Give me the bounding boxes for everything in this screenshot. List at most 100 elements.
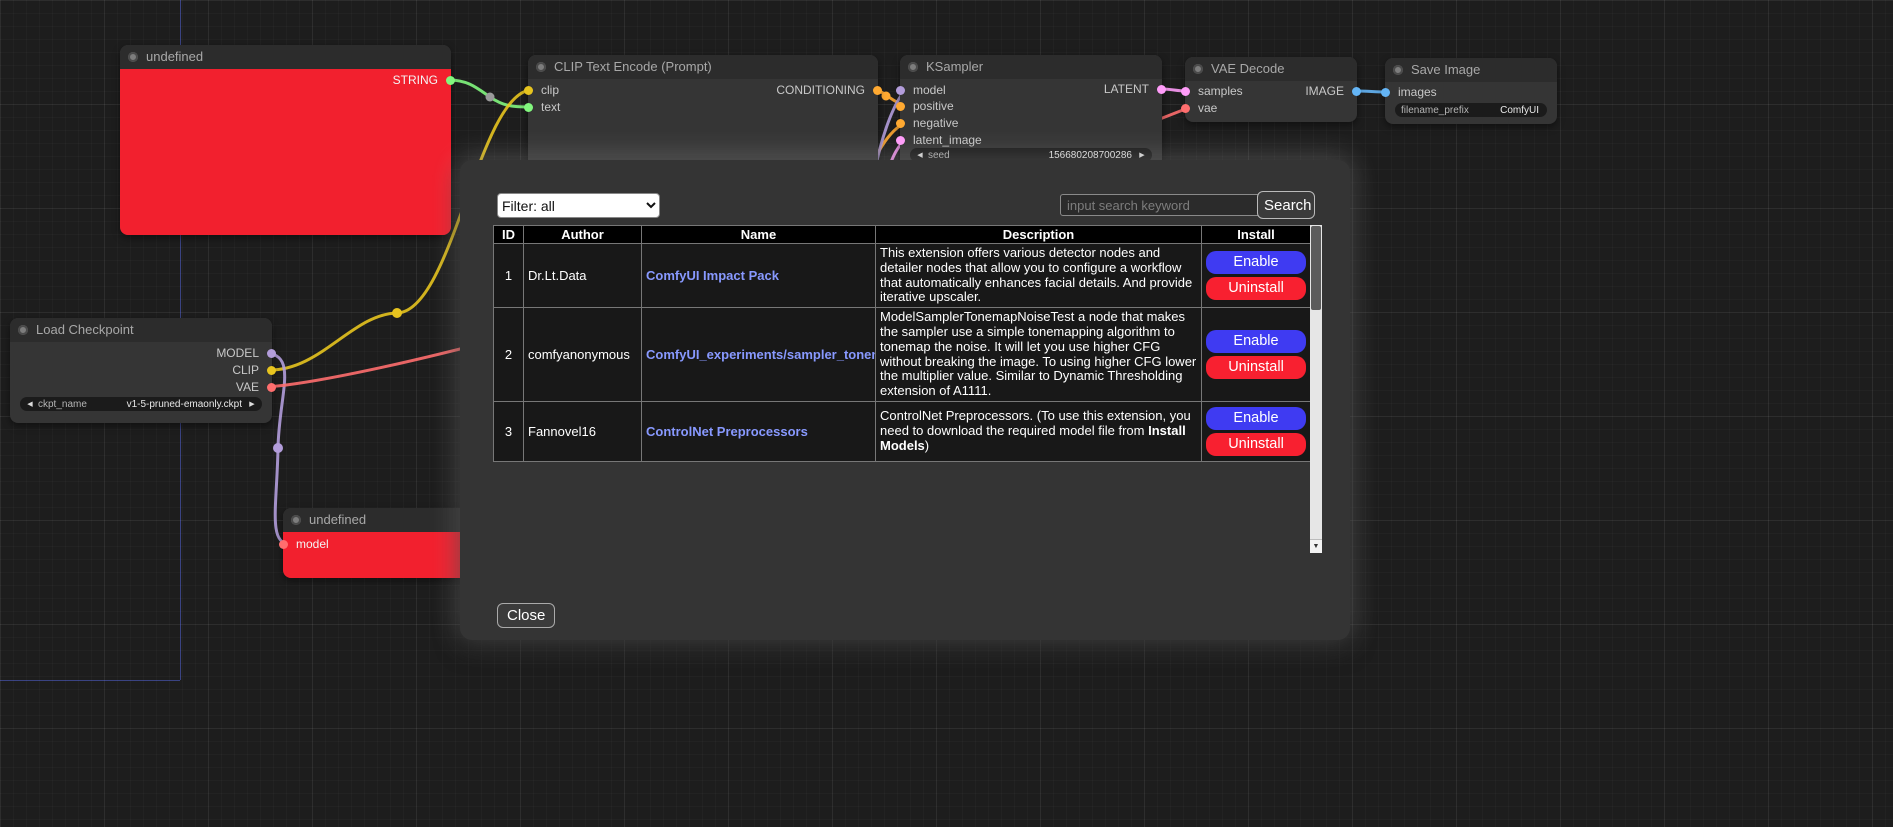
close-button[interactable]: Close bbox=[497, 603, 555, 628]
input-dot-samples[interactable] bbox=[1181, 87, 1190, 96]
extension-row: 3 Fannovel16 ControlNet Preprocessors Co… bbox=[494, 401, 1311, 461]
stepper-left-icon[interactable]: ◀ bbox=[24, 400, 36, 408]
collapse-dot-icon[interactable] bbox=[1393, 65, 1403, 75]
node-title: CLIP Text Encode (Prompt) bbox=[554, 59, 712, 74]
node-title-bar[interactable]: VAE Decode bbox=[1185, 57, 1357, 81]
output-slot-conditioning: CONDITIONING bbox=[776, 82, 878, 98]
node-title: KSampler bbox=[926, 59, 983, 74]
extension-link[interactable]: ControlNet Preprocessors bbox=[646, 424, 808, 439]
header-name: Name bbox=[642, 226, 876, 244]
collapse-dot-icon[interactable] bbox=[536, 62, 546, 72]
header-description: Description bbox=[876, 226, 1202, 244]
header-install: Install bbox=[1202, 226, 1311, 244]
node-title-bar[interactable]: CLIP Text Encode (Prompt) bbox=[528, 55, 878, 79]
enable-button[interactable]: Enable bbox=[1206, 407, 1306, 430]
ckpt-name-widget[interactable]: ◀ ckpt_name v1-5-pruned-emaonly.ckpt ▶ bbox=[20, 397, 262, 411]
ckpt-name-value: v1-5-pruned-emaonly.ckpt bbox=[87, 399, 246, 410]
search-button[interactable]: Search bbox=[1257, 191, 1315, 219]
stepper-right-icon[interactable]: ▶ bbox=[1136, 151, 1148, 159]
scrollbar-thumb[interactable] bbox=[1311, 226, 1321, 310]
enable-button[interactable]: Enable bbox=[1206, 330, 1306, 353]
input-slot-images: images bbox=[1385, 84, 1437, 100]
extension-link[interactable]: ComfyUI Impact Pack bbox=[646, 268, 779, 283]
scroll-down-arrow-icon[interactable]: ▼ bbox=[1310, 539, 1322, 553]
input-dot-images[interactable] bbox=[1381, 88, 1390, 97]
node-title-bar[interactable]: KSampler bbox=[900, 55, 1162, 79]
output-slot-clip: CLIP bbox=[232, 362, 272, 378]
output-slot-model: MODEL bbox=[216, 345, 272, 361]
uninstall-button[interactable]: Uninstall bbox=[1206, 356, 1306, 379]
reroute-dot-clip[interactable] bbox=[392, 308, 402, 318]
node-title-bar[interactable]: undefined bbox=[283, 508, 473, 532]
table-header-row: ID Author Name Description Install bbox=[494, 226, 1311, 244]
output-dot-model[interactable] bbox=[267, 349, 276, 358]
input-dot-positive[interactable] bbox=[896, 102, 905, 111]
stepper-right-icon[interactable]: ▶ bbox=[246, 400, 258, 408]
node-title: VAE Decode bbox=[1211, 61, 1284, 76]
node-body: model bbox=[283, 532, 473, 578]
search-input[interactable] bbox=[1060, 194, 1260, 216]
input-dot-text[interactable] bbox=[524, 103, 533, 112]
comfyui-manager-dialog: Filter: all Search ID Author Name Descri… bbox=[460, 160, 1350, 640]
node-save-image[interactable]: Save Image images filename_prefix ComfyU… bbox=[1385, 58, 1557, 124]
input-slot-text: text bbox=[528, 99, 560, 115]
input-slot-model: model bbox=[900, 82, 946, 98]
input-slot-latent-image: latent_image bbox=[900, 132, 982, 148]
input-dot-latent-image[interactable] bbox=[896, 136, 905, 145]
collapse-dot-icon[interactable] bbox=[18, 325, 28, 335]
filter-select[interactable]: Filter: all bbox=[497, 193, 660, 218]
input-dot-clip[interactable] bbox=[524, 86, 533, 95]
node-title: Load Checkpoint bbox=[36, 322, 134, 337]
output-slot-string: STRING bbox=[393, 72, 451, 88]
output-dot-image[interactable] bbox=[1352, 87, 1361, 96]
extension-table: ID Author Name Description Install 1 Dr.… bbox=[493, 225, 1311, 462]
reroute-dot-string[interactable] bbox=[486, 93, 495, 102]
extension-row: 1 Dr.Lt.Data ComfyUI Impact Pack This ex… bbox=[494, 244, 1311, 308]
node-title: undefined bbox=[146, 49, 203, 64]
output-slot-latent: LATENT bbox=[1104, 81, 1162, 97]
node-ksampler[interactable]: KSampler model positive negative latent_… bbox=[900, 55, 1162, 170]
input-dot-negative[interactable] bbox=[896, 119, 905, 128]
output-dot-clip[interactable] bbox=[267, 366, 276, 375]
node-title-bar[interactable]: Save Image bbox=[1385, 58, 1557, 82]
scrollbar[interactable]: ▼ bbox=[1310, 225, 1322, 553]
node-title-bar[interactable]: Load Checkpoint bbox=[10, 318, 272, 342]
extension-link[interactable]: ComfyUI_experiments/sampler_tonemap bbox=[646, 347, 876, 362]
header-id: ID bbox=[494, 226, 524, 244]
collapse-dot-icon[interactable] bbox=[128, 52, 138, 62]
input-slot-positive: positive bbox=[900, 98, 954, 114]
input-dot-model[interactable] bbox=[896, 86, 905, 95]
input-dot-vae[interactable] bbox=[1181, 104, 1190, 113]
reroute-dot-model[interactable] bbox=[273, 443, 283, 453]
filename-prefix-widget[interactable]: filename_prefix ComfyUI bbox=[1395, 103, 1547, 117]
output-dot-vae[interactable] bbox=[267, 383, 276, 392]
extension-row: 2 comfyanonymous ComfyUI_experiments/sam… bbox=[494, 308, 1311, 402]
enable-button[interactable]: Enable bbox=[1206, 251, 1306, 274]
node-load-checkpoint[interactable]: Load Checkpoint MODEL CLIP VAE ◀ ckpt_na… bbox=[10, 318, 272, 423]
node-vae-decode[interactable]: VAE Decode samples vae IMAGE bbox=[1185, 57, 1357, 122]
output-dot-string[interactable] bbox=[446, 76, 455, 85]
collapse-dot-icon[interactable] bbox=[908, 62, 918, 72]
node-title: Save Image bbox=[1411, 62, 1480, 77]
reroute-dot-conditioning[interactable] bbox=[882, 92, 891, 101]
output-slot-vae: VAE bbox=[236, 379, 272, 395]
node-title-bar[interactable]: undefined bbox=[120, 45, 451, 69]
input-slot-samples: samples bbox=[1185, 83, 1243, 99]
input-dot-model[interactable] bbox=[279, 540, 288, 549]
header-author: Author bbox=[524, 226, 642, 244]
collapse-dot-icon[interactable] bbox=[291, 515, 301, 525]
collapse-dot-icon[interactable] bbox=[1193, 64, 1203, 74]
filename-prefix-value: ComfyUI bbox=[1469, 105, 1543, 116]
extension-table-container: ID Author Name Description Install 1 Dr.… bbox=[493, 225, 1322, 553]
seed-value: 156680208700286 bbox=[950, 150, 1136, 161]
output-dot-latent[interactable] bbox=[1157, 85, 1166, 94]
input-slot-negative: negative bbox=[900, 115, 958, 131]
node-undefined-top[interactable]: undefined STRING bbox=[120, 45, 451, 235]
node-body: STRING bbox=[120, 69, 451, 235]
stepper-left-icon[interactable]: ◀ bbox=[914, 151, 926, 159]
uninstall-button[interactable]: Uninstall bbox=[1206, 433, 1306, 456]
output-dot-conditioning[interactable] bbox=[873, 86, 882, 95]
node-undefined-bottom[interactable]: undefined model bbox=[283, 508, 473, 578]
uninstall-button[interactable]: Uninstall bbox=[1206, 277, 1306, 300]
node-clip-text-encode[interactable]: CLIP Text Encode (Prompt) clip text COND… bbox=[528, 55, 878, 175]
